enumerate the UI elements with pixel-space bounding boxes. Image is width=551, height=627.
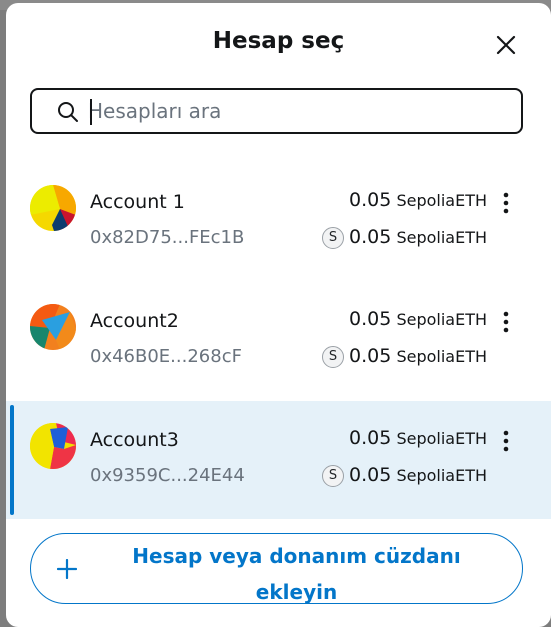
network-badge: S (322, 227, 345, 249)
account-menu-button[interactable] (496, 308, 516, 336)
account-address: 0x82D75...FEc1B (90, 227, 245, 248)
balance-amount: 0.05 (349, 189, 392, 211)
search-input[interactable] (88, 96, 508, 126)
account-address: 0x9359C...24E44 (90, 465, 245, 486)
close-button[interactable] (492, 31, 520, 59)
account-menu-button[interactable] (496, 189, 516, 217)
network-badge: S (322, 346, 345, 368)
search-box[interactable] (30, 88, 523, 134)
account-avatar (30, 185, 76, 231)
account-name: Account2 (90, 310, 179, 332)
account-address: 0x46B0E...268cF (90, 346, 242, 367)
account-row-3[interactable]: Account3 0x9359C...24E44 0.05 SepoliaETH… (6, 401, 551, 519)
token-balance: S 0.05 SepoliaETH (322, 226, 487, 249)
account-balance: 0.05 SepoliaETH (349, 189, 487, 211)
search-icon (58, 102, 78, 122)
account-menu-button[interactable] (496, 427, 516, 455)
account-balance: 0.05 SepoliaETH (349, 427, 487, 449)
network-badge: S (322, 465, 345, 487)
token-balance: S 0.05 SepoliaETH (322, 345, 487, 368)
token-unit: SepoliaETH (396, 347, 487, 366)
balance-unit: SepoliaETH (396, 429, 487, 448)
account-balance: 0.05 SepoliaETH (349, 308, 487, 330)
balance-unit: SepoliaETH (396, 191, 487, 210)
add-account-button[interactable]: Hesap veya donanım cüzdanı ekleyin (30, 533, 523, 604)
balance-amount: 0.05 (349, 427, 392, 449)
kebab-menu-icon (503, 430, 509, 452)
selected-indicator (10, 405, 14, 515)
account-row-1[interactable]: Account 1 0x82D75...FEc1B 0.05 SepoliaET… (6, 163, 551, 281)
close-icon (496, 35, 516, 55)
account-avatar (30, 304, 76, 350)
account-name: Account 1 (90, 191, 185, 213)
add-account-label-line2: ekleyin (255, 580, 338, 604)
account-name: Account3 (90, 429, 179, 451)
token-unit: SepoliaETH (396, 228, 487, 247)
account-picker-modal: Hesap seç Account 1 0x82D75...FEc1B (6, 3, 551, 627)
add-account-label-line1: Hesap veya donanım cüzdanı (132, 544, 461, 568)
kebab-menu-icon (503, 311, 509, 333)
plus-icon (57, 559, 77, 579)
kebab-menu-icon (503, 192, 509, 214)
account-row-2[interactable]: Account2 0x46B0E...268cF 0.05 SepoliaETH… (6, 282, 551, 400)
token-balance: S 0.05 SepoliaETH (322, 464, 487, 487)
text-caret (90, 99, 92, 125)
token-amount: 0.05 (349, 464, 392, 486)
balance-amount: 0.05 (349, 308, 392, 330)
balance-unit: SepoliaETH (396, 310, 487, 329)
token-amount: 0.05 (349, 226, 392, 248)
add-account-label: Hesap veya donanım cüzdanı ekleyin (91, 538, 502, 610)
token-unit: SepoliaETH (396, 466, 487, 485)
account-avatar (30, 423, 76, 469)
token-amount: 0.05 (349, 345, 392, 367)
modal-title: Hesap seç (212, 28, 345, 54)
